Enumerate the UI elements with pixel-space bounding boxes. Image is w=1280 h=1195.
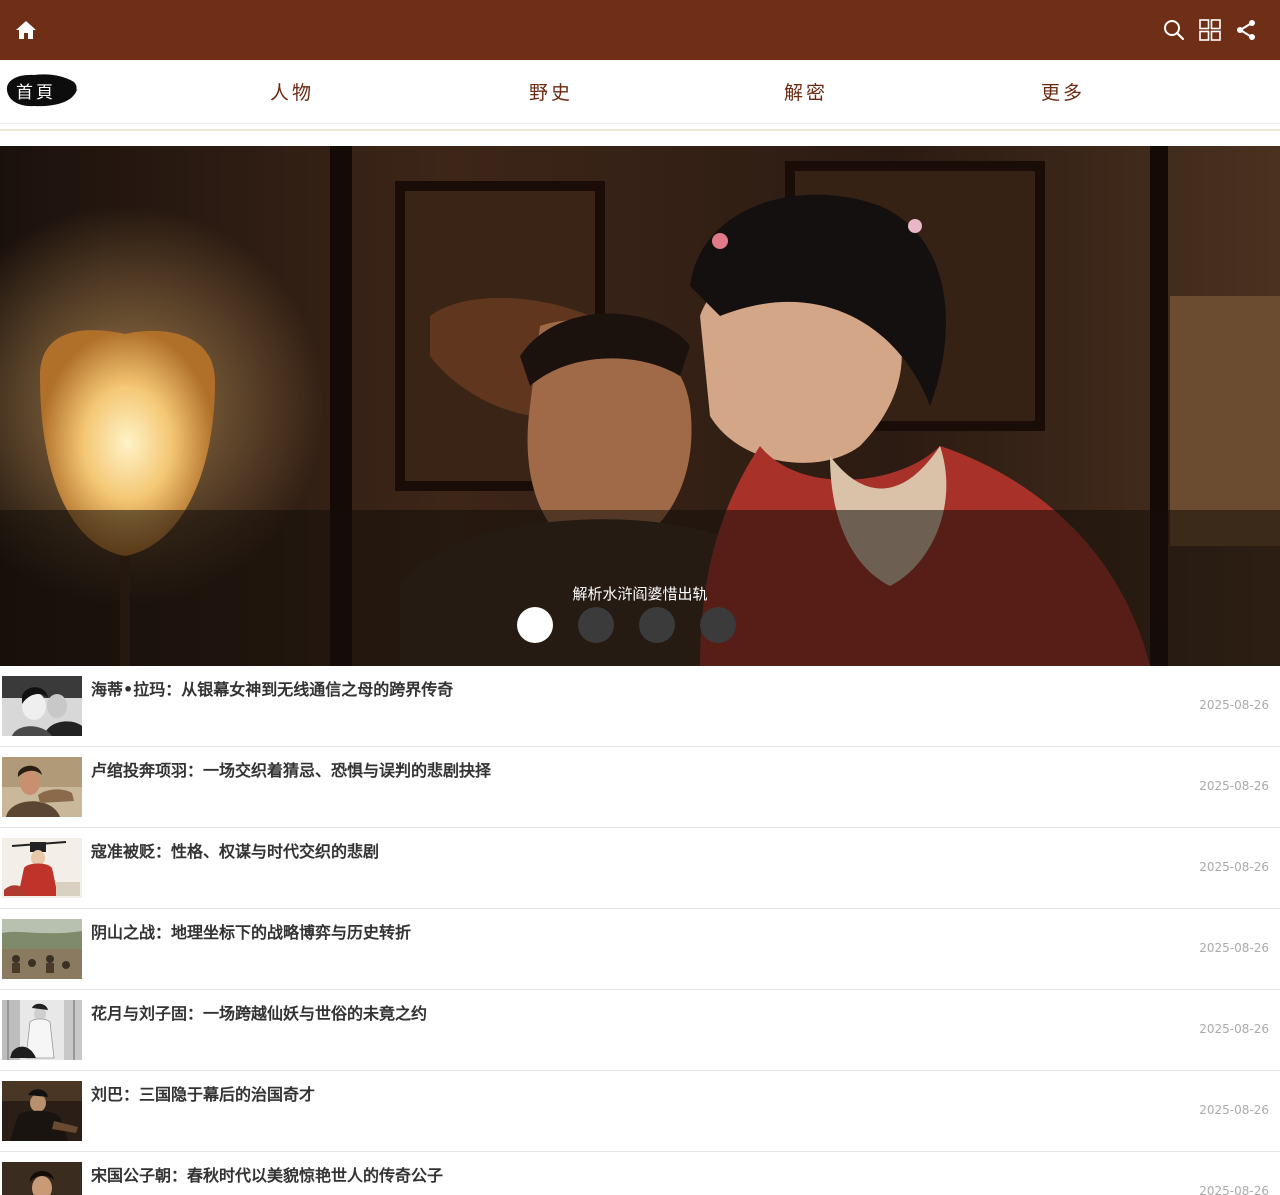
- slide-caption[interactable]: 解析水浒阎婆惜出轨: [0, 583, 1280, 604]
- top-bar: [0, 0, 1280, 60]
- nav-home-label: 首頁: [16, 83, 56, 103]
- article-title[interactable]: 卢绾投奔项羽：一场交织着猜忌、恐惧与误判的悲剧抉择: [91, 757, 491, 781]
- nav-item-mysteries[interactable]: 解密: [784, 78, 828, 105]
- article-title[interactable]: 海蒂•拉玛：从银幕女神到无线通信之母的跨界传奇: [91, 676, 453, 700]
- slider-dot-4[interactable]: [700, 607, 736, 643]
- list-item[interactable]: 海蒂•拉玛：从银幕女神到无线通信之母的跨界传奇 2025-08-26: [0, 666, 1280, 747]
- list-item[interactable]: 寇准被贬：性格、权谋与时代交织的悲剧 2025-08-26: [0, 828, 1280, 909]
- share-icon[interactable]: [1234, 18, 1258, 42]
- slider-pagination: [517, 607, 736, 643]
- home-icon[interactable]: [14, 18, 38, 42]
- slider-dot-1[interactable]: [517, 607, 553, 643]
- article-title[interactable]: 寇准被贬：性格、权谋与时代交织的悲剧: [91, 838, 379, 862]
- article-date: 2025-08-26: [1199, 698, 1269, 712]
- article-title[interactable]: 阴山之战：地理坐标下的战略博弈与历史转折: [91, 919, 411, 943]
- list-item[interactable]: 刘巴：三国隐于幕后的治国奇才 2025-08-26: [0, 1071, 1280, 1152]
- article-thumbnail[interactable]: [2, 1081, 82, 1141]
- nav-divider: [0, 129, 1280, 131]
- main-nav: 首頁 人物 野史 解密 更多: [0, 60, 1280, 124]
- header-actions: [1162, 17, 1258, 43]
- article-list: 海蒂•拉玛：从银幕女神到无线通信之母的跨界传奇 2025-08-26 卢绾投奔项…: [0, 666, 1280, 1195]
- hero-slider[interactable]: 解析水浒阎婆惜出轨: [0, 146, 1280, 666]
- article-thumbnail[interactable]: [2, 1000, 82, 1060]
- nav-item-people[interactable]: 人物: [270, 78, 314, 105]
- slider-dot-3[interactable]: [639, 607, 675, 643]
- list-item[interactable]: 阴山之战：地理坐标下的战略博弈与历史转折 2025-08-26: [0, 909, 1280, 990]
- nav-item-home[interactable]: 首頁: [4, 70, 78, 110]
- article-thumbnail[interactable]: [2, 757, 82, 817]
- list-item[interactable]: 花月与刘子固：一场跨越仙妖与世俗的未竟之约 2025-08-26: [0, 990, 1280, 1071]
- article-date: 2025-08-26: [1199, 1184, 1269, 1195]
- article-date: 2025-08-26: [1199, 941, 1269, 955]
- list-item[interactable]: 宋国公子朝：春秋时代以美貌惊艳世人的传奇公子 2025-08-26: [0, 1152, 1280, 1195]
- slider-dot-2[interactable]: [578, 607, 614, 643]
- article-date: 2025-08-26: [1199, 860, 1269, 874]
- article-thumbnail[interactable]: [2, 1162, 82, 1195]
- list-item[interactable]: 卢绾投奔项羽：一场交织着猜忌、恐惧与误判的悲剧抉择 2025-08-26: [0, 747, 1280, 828]
- nav-item-more[interactable]: 更多: [1041, 78, 1085, 105]
- article-title[interactable]: 刘巴：三国隐于幕后的治国奇才: [91, 1081, 315, 1105]
- search-icon[interactable]: [1162, 18, 1186, 42]
- article-date: 2025-08-26: [1199, 1103, 1269, 1117]
- article-date: 2025-08-26: [1199, 779, 1269, 793]
- article-title[interactable]: 花月与刘子固：一场跨越仙妖与世俗的未竟之约: [91, 1000, 427, 1024]
- article-date: 2025-08-26: [1199, 1022, 1269, 1036]
- nav-item-unofficial-history[interactable]: 野史: [529, 78, 573, 105]
- grid-icon[interactable]: [1198, 18, 1222, 42]
- article-thumbnail[interactable]: [2, 919, 82, 979]
- article-thumbnail[interactable]: [2, 838, 82, 898]
- article-thumbnail[interactable]: [2, 676, 82, 736]
- article-title[interactable]: 宋国公子朝：春秋时代以美貌惊艳世人的传奇公子: [91, 1162, 443, 1186]
